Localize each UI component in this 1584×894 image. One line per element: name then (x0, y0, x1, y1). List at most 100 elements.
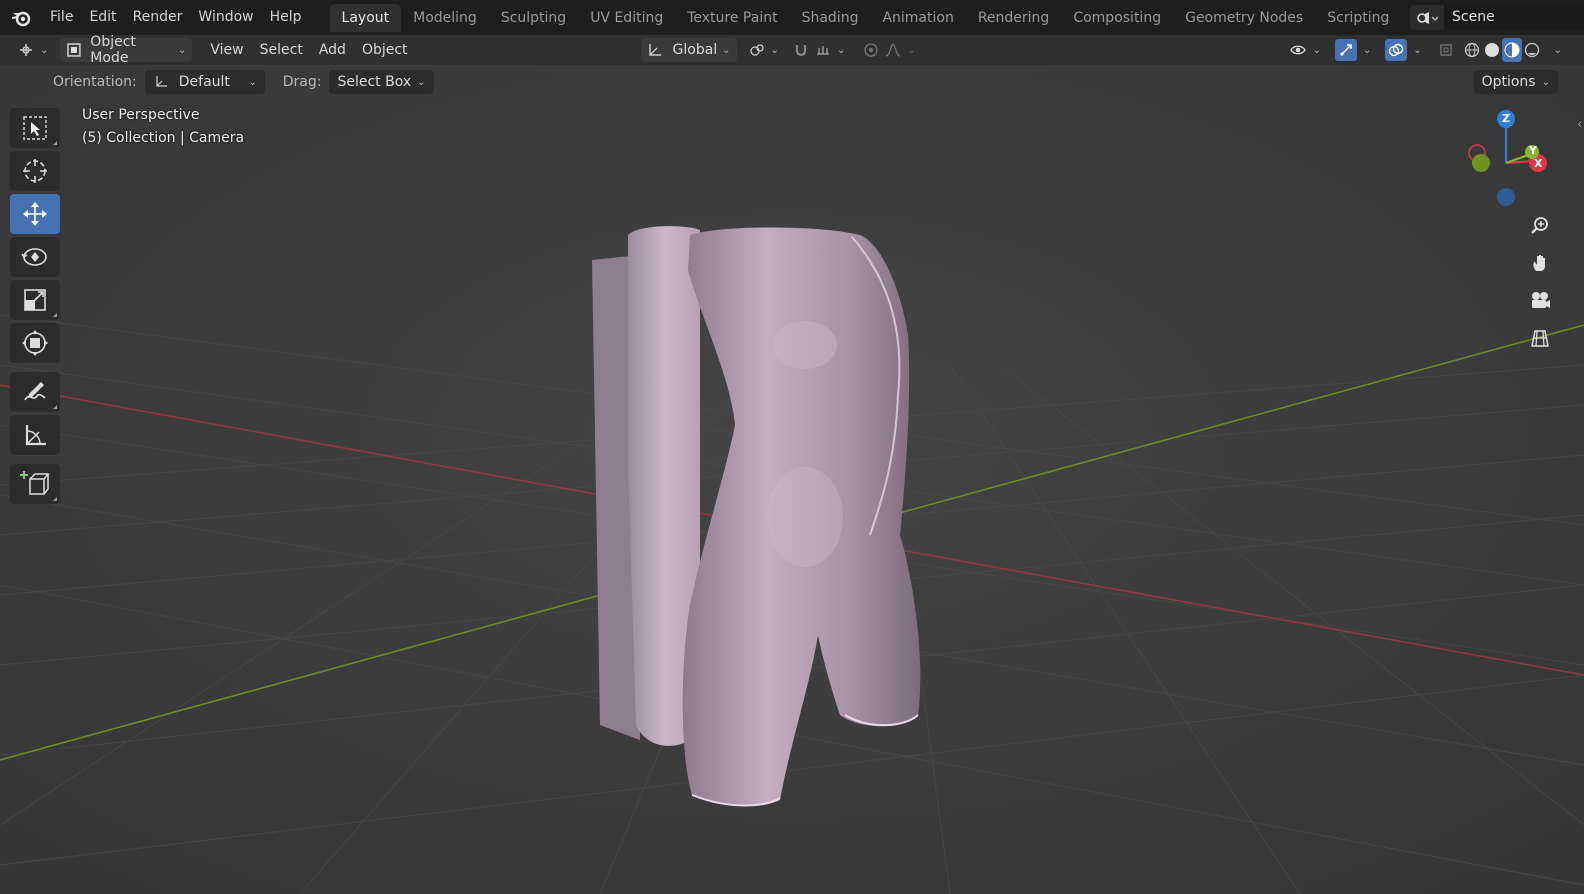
editor-type-icon (20, 44, 32, 56)
pan-button[interactable] (1525, 248, 1555, 278)
tool-move[interactable] (10, 194, 60, 234)
orientation-dropdown[interactable]: Default ⌄ (144, 70, 265, 94)
tab-compositing[interactable]: Compositing (1061, 4, 1173, 32)
shading-wireframe-button[interactable] (1462, 38, 1482, 62)
transform-orientation-selector[interactable]: Global ⌄ (640, 38, 737, 62)
scale-icon (24, 289, 46, 311)
snap-increment-icon (816, 46, 829, 55)
mode-selector[interactable]: Object Mode ⌄ (60, 34, 193, 66)
xray-toggle-button[interactable] (1432, 38, 1460, 62)
tab-scripting[interactable]: Scripting (1315, 4, 1401, 32)
camera-view-button[interactable] (1525, 285, 1555, 315)
tool-shelf (10, 108, 60, 507)
default-orientation-icon (156, 76, 167, 87)
annotate-icon (24, 382, 46, 401)
scene-selector[interactable]: Scene (1410, 4, 1584, 31)
orientation-setting-label: Orientation: (53, 74, 137, 90)
menu-render[interactable]: Render (125, 0, 191, 35)
chevron-down-icon: ⌄ (770, 44, 779, 56)
pivot-icon (749, 44, 764, 56)
editor-type-button[interactable]: ⌄ (12, 38, 54, 62)
tool-add-cube[interactable] (10, 464, 60, 504)
tool-select-box[interactable] (10, 108, 60, 148)
rotate-icon (21, 248, 47, 266)
cursor-icon (23, 159, 47, 183)
add-cube-icon (20, 471, 50, 495)
workspace-tabs: Layout Modeling Sculpting UV Editing Tex… (329, 0, 1402, 35)
move-icon (23, 202, 47, 226)
zoom-button[interactable] (1525, 211, 1555, 241)
tab-rendering[interactable]: Rendering (966, 4, 1062, 32)
tab-sculpting[interactable]: Sculpting (489, 4, 578, 32)
tab-animation[interactable]: Animation (870, 4, 965, 32)
tool-settings-bar: Orientation: Default ⌄ Drag: Select Box … (0, 65, 1584, 99)
neg-y-axis-handle[interactable] (1472, 154, 1490, 172)
tool-annotate[interactable] (10, 372, 60, 412)
menu-help[interactable]: Help (262, 0, 310, 35)
camera-view-icon (1532, 292, 1550, 308)
header-menu-view[interactable]: View (202, 42, 251, 58)
gizmo-x-label: X (1534, 157, 1543, 170)
wireframe-shading-icon (1464, 42, 1479, 58)
pivot-point-button[interactable]: ⌄ (743, 38, 785, 62)
tab-shading[interactable]: Shading (790, 4, 871, 32)
tab-texture-paint[interactable]: Texture Paint (675, 4, 789, 32)
header-menu-select[interactable]: Select (252, 42, 311, 58)
tool-rotate[interactable] (10, 237, 60, 277)
tab-uv-editing[interactable]: UV Editing (578, 4, 675, 32)
rendered-shading-icon (1524, 42, 1539, 58)
shading-solid-button[interactable] (1482, 38, 1502, 62)
gizmo-z-label: Z (1502, 112, 1510, 125)
chevron-down-icon: ⌄ (1312, 44, 1321, 56)
proportional-edit-toggle[interactable]: ⌄ (857, 38, 921, 62)
tool-measure[interactable] (10, 415, 60, 455)
chevron-down-icon: ⌄ (178, 44, 187, 56)
mode-label: Object Mode (90, 34, 136, 66)
chevron-down-icon: ⌄ (1413, 44, 1422, 56)
object-mode-icon (67, 43, 82, 57)
ortho-grid-icon (1531, 330, 1549, 347)
scene-icon[interactable] (1410, 5, 1444, 30)
blender-logo-icon[interactable] (10, 7, 32, 29)
chevron-down-icon: ⌄ (1553, 44, 1562, 56)
tool-cursor[interactable] (10, 151, 60, 191)
header-menu-object[interactable]: Object (354, 42, 416, 58)
viewport-scene (0, 65, 1584, 894)
tool-transform[interactable] (10, 323, 60, 363)
menu-file[interactable]: File (42, 0, 81, 35)
header-menu-add[interactable]: Add (311, 42, 354, 58)
ortho-toggle-button[interactable] (1525, 323, 1555, 353)
shading-material-button[interactable] (1501, 38, 1522, 62)
chevron-down-icon: ⌄ (722, 44, 731, 56)
gizmo-icon (1334, 39, 1357, 61)
tab-geometry-nodes[interactable]: Geometry Nodes (1173, 4, 1315, 32)
scene-name[interactable]: Scene (1444, 5, 1584, 30)
3d-viewport[interactable]: User Perspective (5) Collection | Camera… (0, 65, 1584, 894)
falloff-curve-icon (886, 43, 901, 57)
chevron-down-icon: ⌄ (907, 44, 916, 56)
magnet-icon (795, 45, 807, 57)
drag-dropdown[interactable]: Select Box ⌄ (329, 70, 434, 94)
tab-modeling[interactable]: Modeling (401, 4, 489, 32)
options-dropdown[interactable]: Options ⌄ (1473, 70, 1558, 94)
chevron-down-icon: ⌄ (1362, 44, 1372, 56)
snap-toggle[interactable]: ⌄ (787, 38, 851, 62)
zoom-icon (1531, 217, 1548, 234)
options-label: Options (1481, 74, 1536, 90)
tab-layout[interactable]: Layout (329, 4, 402, 32)
overlays-toggle-button[interactable]: ⌄ (1379, 38, 1427, 62)
navigation-gizmo[interactable] (1460, 105, 1560, 215)
torso-mesh[interactable] (592, 226, 921, 807)
visibility-filter-button[interactable]: ⌄ (1284, 38, 1326, 62)
tool-scale[interactable] (10, 280, 60, 320)
sidebar-toggle-icon[interactable]: ‹ (1577, 117, 1582, 131)
drag-setting-label: Drag: (282, 74, 322, 90)
neg-z-axis-handle[interactable] (1497, 188, 1515, 206)
gizmo-toggle-button[interactable]: ⌄ (1329, 38, 1377, 62)
shading-options-button[interactable]: ⌄ (1542, 38, 1568, 62)
menu-edit[interactable]: Edit (81, 0, 124, 35)
overlays-icon (1385, 39, 1408, 61)
menu-window[interactable]: Window (190, 0, 261, 35)
shading-rendered-button[interactable] (1522, 38, 1542, 62)
material-preview-icon (1504, 42, 1520, 58)
